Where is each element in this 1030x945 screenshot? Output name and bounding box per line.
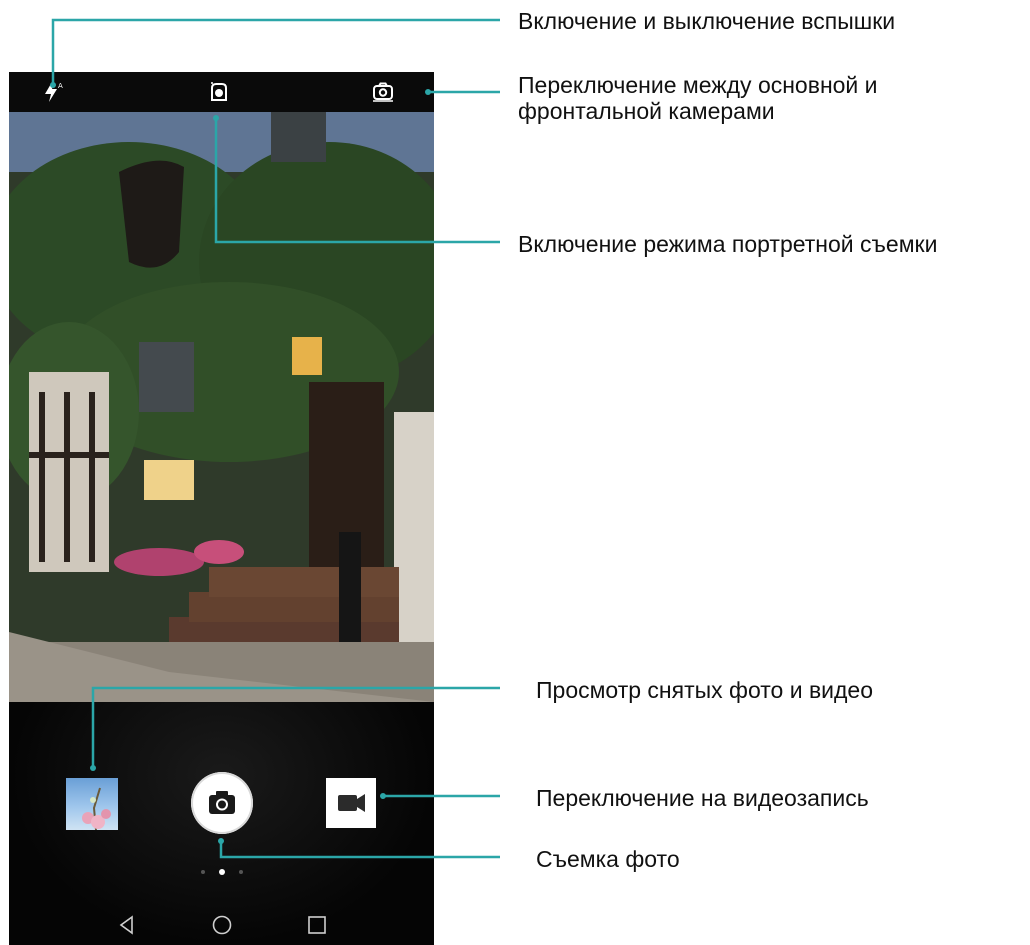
callout-portrait-label: Включение режима портретной съемки bbox=[518, 231, 938, 257]
camera-controls bbox=[9, 702, 434, 945]
callout-shutter-label: Съемка фото bbox=[536, 846, 680, 872]
camera-viewfinder[interactable] bbox=[9, 112, 434, 702]
switch-camera-icon[interactable] bbox=[371, 80, 395, 104]
pager-dot-active bbox=[219, 869, 225, 875]
camera-screen: A bbox=[9, 72, 434, 945]
callout-flash-label: Включение и выключение вспышки bbox=[518, 8, 896, 34]
callout-gallery-label: Просмотр снятых фото и видео bbox=[536, 677, 874, 703]
gallery-thumbnail-image bbox=[82, 787, 111, 830]
home-circle-icon[interactable] bbox=[210, 913, 234, 937]
pager-dot bbox=[201, 870, 205, 874]
pager-dot bbox=[239, 870, 243, 874]
video-mode-button[interactable] bbox=[326, 778, 376, 828]
callout-switch-camera-label: Переключение между основной и фронтально… bbox=[518, 72, 878, 124]
system-nav-bar bbox=[9, 905, 434, 945]
recent-square-icon[interactable] bbox=[305, 913, 329, 937]
svg-text:A: A bbox=[58, 82, 63, 90]
shutter-button[interactable] bbox=[191, 772, 253, 834]
video-camera-icon bbox=[338, 794, 365, 812]
mode-pager bbox=[199, 868, 245, 876]
gallery-thumbnail[interactable] bbox=[66, 778, 118, 830]
portrait-mode-icon[interactable] bbox=[207, 80, 231, 104]
viewfinder-scene bbox=[9, 112, 434, 702]
flash-auto-icon[interactable]: A bbox=[41, 80, 65, 104]
camera-top-bar: A bbox=[9, 72, 434, 112]
callout-video-label: Переключение на видеозапись bbox=[536, 785, 869, 811]
back-triangle-icon[interactable] bbox=[115, 913, 139, 937]
camera-icon bbox=[209, 791, 235, 814]
